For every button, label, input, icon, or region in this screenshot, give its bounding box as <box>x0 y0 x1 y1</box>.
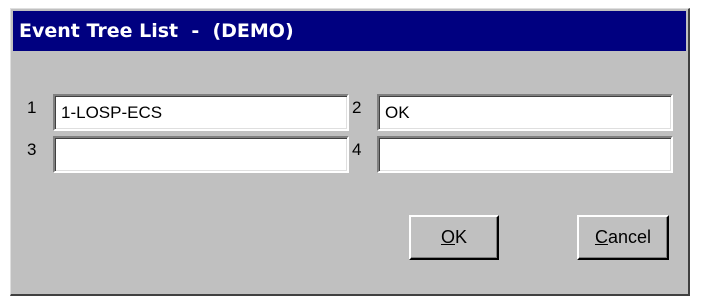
field-4-number: 4 <box>352 140 362 159</box>
event-tree-field-4[interactable] <box>377 136 673 173</box>
cancel-button-label: ancel <box>607 227 652 247</box>
cancel-button-mnemonic: C <box>594 227 608 247</box>
cancel-button[interactable]: Cancel <box>577 215 669 260</box>
event-tree-field-3[interactable] <box>53 136 349 173</box>
ok-button-label: K <box>455 227 468 247</box>
event-tree-list-dialog: Event Tree List - (DEMO) 1 2 3 4 OK Canc… <box>10 8 690 296</box>
field-3-number: 3 <box>27 140 37 159</box>
dialog-title: Event Tree List - (DEMO) <box>13 11 686 51</box>
field-1-number: 1 <box>27 98 37 117</box>
ok-button[interactable]: OK <box>409 215 499 260</box>
event-tree-field-2[interactable] <box>377 94 673 131</box>
ok-button-mnemonic: O <box>440 227 455 247</box>
event-tree-field-1[interactable] <box>53 94 349 131</box>
field-2-number: 2 <box>352 98 362 117</box>
